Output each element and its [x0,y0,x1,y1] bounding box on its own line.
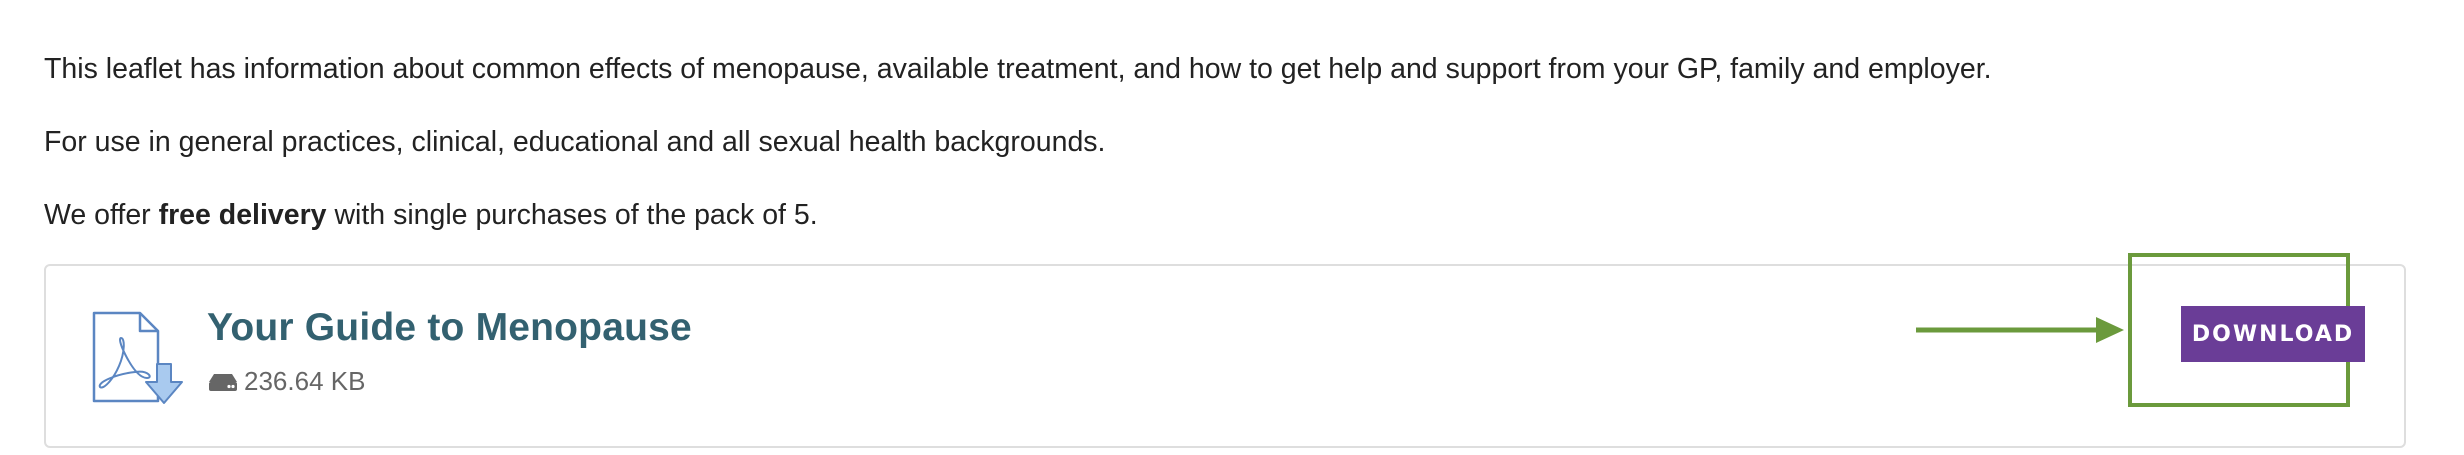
file-size: 236.64 KB [244,366,366,396]
delivery-note-end: with single purchases of the pack of 5. [326,199,818,231]
usage-description: For use in general practices, clinical, … [44,126,1106,158]
download-card: Your Guide to Menopause 236.64 KB [44,264,2406,448]
delivery-note: We offer free delivery with single purch… [44,198,818,232]
file-size-row: 236.64 KB [208,366,365,397]
pdf-download-icon [92,311,183,404]
download-button[interactable]: DOWNLOAD [2181,306,2365,362]
free-delivery-emphasis: free delivery [158,199,327,231]
resource-title[interactable]: Your Guide to Menopause [207,306,692,350]
hard-drive-icon [209,373,237,391]
arrow-right-icon [1916,317,2124,343]
leaflet-description: This leaflet has information about commo… [44,53,1992,85]
delivery-note-start: We offer [44,199,159,231]
